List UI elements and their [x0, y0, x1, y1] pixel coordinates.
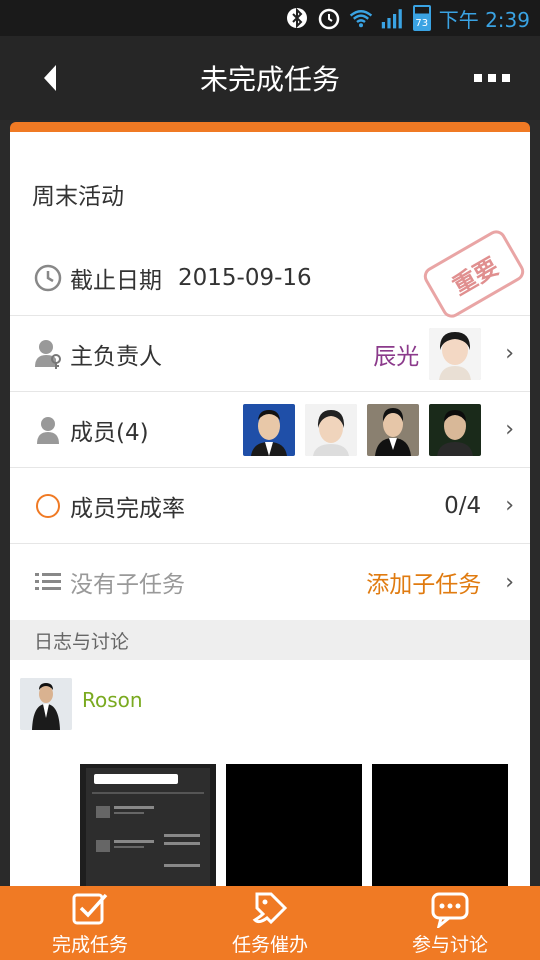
discuss-label: 参与讨论 — [411, 933, 488, 956]
title-bar: 未完成任务 — [0, 36, 540, 120]
members-label: 成员(4) — [70, 419, 149, 446]
more-dot-icon — [502, 74, 510, 82]
chevron-right-icon: › — [505, 569, 514, 595]
clock-time: 下午 2:39 — [438, 7, 530, 32]
completion-row[interactable]: 成员完成率 0/4 › — [10, 468, 530, 544]
owner-info: 辰光 › — [373, 327, 514, 380]
more-dot-icon — [488, 74, 496, 82]
more-dot-icon — [474, 74, 482, 82]
member-avatar — [367, 403, 420, 456]
members-row[interactable]: 成员(4) › — [10, 392, 530, 468]
member-avatar — [429, 403, 482, 456]
log-user-avatar[interactable] — [20, 678, 72, 730]
owner-name: 辰光 — [373, 343, 420, 370]
completion-label: 成员完成率 — [70, 495, 185, 522]
log-image-thumbnail[interactable] — [226, 764, 362, 900]
progress-circle-icon — [34, 492, 62, 520]
task-title: 周末活动 — [32, 184, 124, 210]
stamp-text: 重要 — [447, 252, 504, 301]
status-bar: 73 下午 2:39 — [0, 0, 540, 36]
battery-level: 73 — [415, 18, 429, 29]
remind-task-button[interactable]: 任务催办 — [180, 886, 360, 960]
person-icon — [34, 416, 62, 444]
subtask-row[interactable]: 没有子任务 添加子任务 › — [10, 544, 530, 620]
chevron-right-icon: › — [505, 417, 514, 442]
log-image-thumbnail[interactable] — [80, 764, 216, 900]
member-avatar — [243, 403, 296, 456]
deadline-label: 截止日期 — [70, 267, 162, 294]
signal-icon — [381, 6, 405, 30]
back-button[interactable] — [30, 58, 70, 98]
chevron-right-icon: › — [505, 341, 514, 366]
log-section-header: 日志与讨论 — [10, 620, 530, 660]
checkbox-icon — [72, 893, 108, 924]
battery-icon: 73 — [412, 5, 431, 31]
bottom-toolbar: 完成任务 任务催办 参与讨论 — [0, 886, 540, 960]
owner-key-icon — [34, 339, 62, 369]
bluetooth-icon — [285, 6, 309, 30]
more-options-button[interactable] — [466, 58, 518, 98]
wifi-icon — [349, 6, 373, 30]
deadline-row: 截止日期 2015-09-16 重要 — [10, 226, 530, 322]
completion-value: 0/4 — [444, 492, 482, 519]
owner-label: 主负责人 — [70, 343, 162, 370]
list-icon — [34, 568, 62, 596]
page-title: 未完成任务 — [199, 63, 340, 96]
log-user-name[interactable]: Roson — [82, 688, 143, 712]
complete-task-label: 完成任务 — [51, 933, 128, 956]
remind-task-label: 任务催办 — [231, 933, 308, 956]
add-subtask-link[interactable]: 添加子任务 — [366, 565, 481, 599]
completion-info: 0/4 › — [444, 493, 514, 519]
remind-tag-icon — [252, 892, 288, 924]
clock-icon — [34, 264, 62, 292]
deadline-value: 2015-09-16 — [178, 264, 312, 291]
add-subtask-link-wrap: 添加子任务 › — [366, 565, 514, 599]
important-stamp: 重要 — [420, 226, 528, 322]
subtask-label: 没有子任务 — [70, 572, 185, 598]
complete-task-button[interactable]: 完成任务 — [0, 886, 180, 960]
alarm-icon — [317, 6, 341, 30]
log-entry: Roson — [10, 660, 530, 912]
log-image-thumbnail[interactable] — [372, 764, 508, 900]
discuss-button[interactable]: 参与讨论 — [360, 886, 540, 960]
owner-avatar — [429, 327, 482, 380]
member-avatars: › — [243, 403, 514, 456]
member-avatar — [305, 403, 358, 456]
back-arrow-icon — [44, 65, 56, 91]
chevron-right-icon: › — [505, 493, 514, 518]
task-card: 周末活动 截止日期 2015-09-16 重要 主负责人 辰光 › 成员(4) — [10, 122, 530, 912]
chat-bubble-icon — [431, 892, 469, 928]
owner-row[interactable]: 主负责人 辰光 › — [10, 316, 530, 392]
